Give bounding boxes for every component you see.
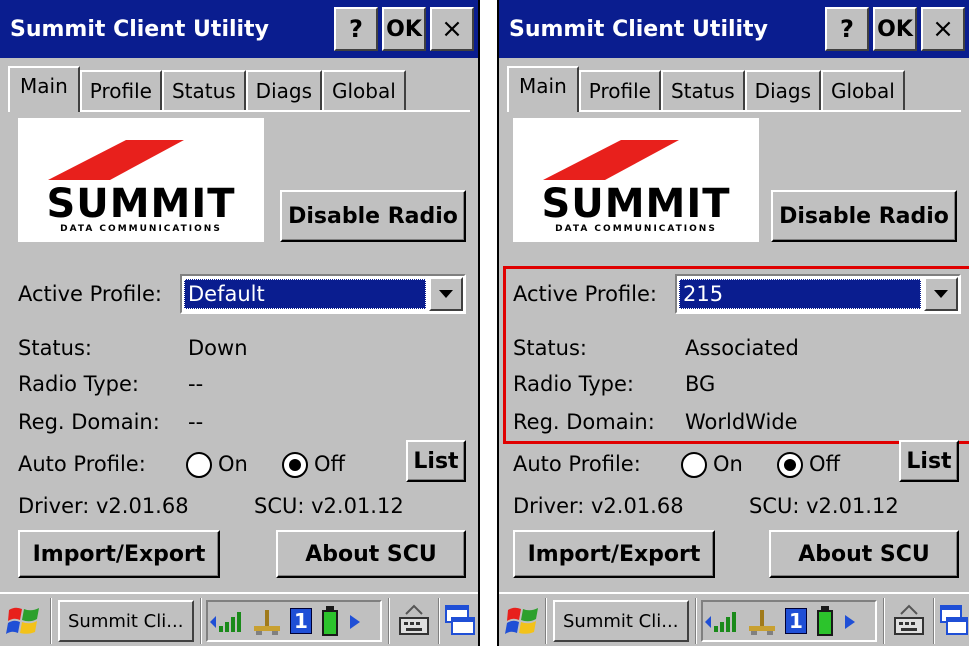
taskbar-separator [388, 598, 390, 644]
logo-subtitle: DATA COMMUNICATIONS [555, 224, 717, 234]
ok-button[interactable]: OK [382, 7, 426, 51]
disable-radio-button[interactable]: Disable Radio [771, 190, 957, 242]
radio-type-label: Radio Type: [18, 372, 139, 396]
auto-profile-label: Auto Profile: [18, 452, 146, 476]
close-button[interactable]: × [430, 7, 474, 51]
list-button[interactable]: List [406, 440, 466, 482]
taskbar-separator [545, 598, 547, 644]
auto-profile-on-label: On [713, 452, 743, 476]
screen-left: Summit Client Utility ? OK × Main Profil… [0, 0, 480, 646]
chevron-down-icon[interactable] [429, 277, 463, 311]
battery-icon[interactable] [320, 606, 340, 638]
keyboard-icon[interactable] [396, 602, 432, 638]
driver-version: Driver: v2.01.68 [513, 494, 684, 518]
import-export-button[interactable]: Import/Export [513, 530, 715, 578]
radio-type-value: -- [188, 372, 204, 396]
tab-diags[interactable]: Diags [744, 70, 821, 110]
active-profile-select[interactable]: Default [180, 274, 466, 314]
tray-arrow-icon[interactable] [348, 614, 362, 630]
tab-profile[interactable]: Profile [578, 70, 661, 110]
driver-version: Driver: v2.01.68 [18, 494, 189, 518]
about-scu-button[interactable]: About SCU [769, 530, 959, 578]
summit-logo: SUMMIT DATA COMMUNICATIONS [18, 118, 264, 242]
task-summit-client[interactable]: Summit Cli... [553, 600, 689, 642]
task-summit-client[interactable]: Summit Cli... [58, 600, 194, 642]
auto-profile-on-radio[interactable] [681, 452, 707, 478]
auto-profile-off-label: Off [809, 452, 840, 476]
window-title: Summit Client Utility [509, 16, 768, 42]
system-tray: 1 [206, 600, 382, 642]
logo-word: SUMMIT [541, 181, 731, 227]
help-button[interactable]: ? [334, 7, 378, 51]
battery-icon[interactable] [815, 606, 835, 638]
tab-status[interactable]: Status [660, 70, 745, 110]
tab-global[interactable]: Global [821, 70, 905, 110]
windows-start-icon[interactable] [505, 604, 541, 638]
active-profile-value: Default [184, 279, 426, 309]
taskbar-separator [438, 598, 440, 644]
tab-status[interactable]: Status [161, 70, 246, 110]
signal-strength-icon[interactable] [705, 610, 741, 634]
reg-domain-label: Reg. Domain: [18, 410, 160, 434]
help-button[interactable]: ? [825, 7, 869, 51]
taskbar-separator [695, 598, 697, 644]
input-number-indicator[interactable]: 1 [290, 608, 312, 634]
highlight-box [503, 266, 969, 444]
network-icon[interactable] [252, 608, 282, 636]
auto-profile-off-radio[interactable] [777, 452, 803, 478]
tab-bar: Main Profile Status Diags Global [507, 66, 905, 112]
disable-radio-button[interactable]: Disable Radio [280, 190, 466, 242]
tab-profile[interactable]: Profile [79, 70, 162, 110]
input-number-indicator[interactable]: 1 [785, 608, 807, 634]
auto-profile-off-label: Off [314, 452, 345, 476]
scu-version: SCU: v2.01.12 [254, 494, 404, 518]
tray-arrow-icon[interactable] [843, 614, 857, 630]
tab-diags[interactable]: Diags [245, 70, 322, 110]
taskbar-separator [933, 598, 935, 644]
scu-version: SCU: v2.01.12 [749, 494, 899, 518]
auto-profile-label: Auto Profile: [513, 452, 641, 476]
active-profile-label: Active Profile: [18, 282, 163, 306]
close-button[interactable]: × [921, 7, 965, 51]
windows-start-icon[interactable] [6, 604, 42, 638]
status-label: Status: [18, 336, 92, 360]
signal-strength-icon[interactable] [210, 610, 246, 634]
keyboard-icon[interactable] [891, 602, 927, 638]
system-tray: 1 [701, 600, 877, 642]
title-bar: Summit Client Utility ? OK × [0, 0, 478, 58]
import-export-button[interactable]: Import/Export [18, 530, 220, 578]
auto-profile-on-radio[interactable] [186, 452, 212, 478]
tab-main[interactable]: Main [8, 66, 80, 112]
taskbar-separator [200, 598, 202, 644]
about-scu-button[interactable]: About SCU [276, 530, 466, 578]
logo-subtitle: DATA COMMUNICATIONS [60, 224, 222, 234]
desktop-switch-icon[interactable] [939, 602, 969, 638]
summit-logo: SUMMIT DATA COMMUNICATIONS [513, 118, 759, 242]
tab-main[interactable]: Main [507, 66, 579, 112]
desktop-switch-icon[interactable] [444, 602, 476, 638]
auto-profile-off-radio[interactable] [282, 452, 308, 478]
tab-bar: Main Profile Status Diags Global [8, 66, 406, 112]
window-title: Summit Client Utility [10, 16, 269, 42]
tab-global[interactable]: Global [322, 70, 406, 110]
status-value: Down [188, 336, 248, 360]
list-button[interactable]: List [899, 440, 959, 482]
logo-word: SUMMIT [46, 181, 236, 227]
reg-domain-value: -- [188, 410, 204, 434]
title-bar: Summit Client Utility ? OK × [499, 0, 969, 58]
taskbar: Summit Cli... 1 [0, 592, 478, 646]
screen-right: Summit Client Utility ? OK × Main Profil… [497, 0, 969, 646]
taskbar-separator [883, 598, 885, 644]
taskbar: Summit Cli... 1 [499, 592, 969, 646]
ok-button[interactable]: OK [873, 7, 917, 51]
network-icon[interactable] [747, 608, 777, 636]
auto-profile-on-label: On [218, 452, 248, 476]
logo-red-shape-icon [543, 140, 679, 180]
taskbar-separator [50, 598, 52, 644]
logo-red-shape-icon [48, 140, 184, 180]
